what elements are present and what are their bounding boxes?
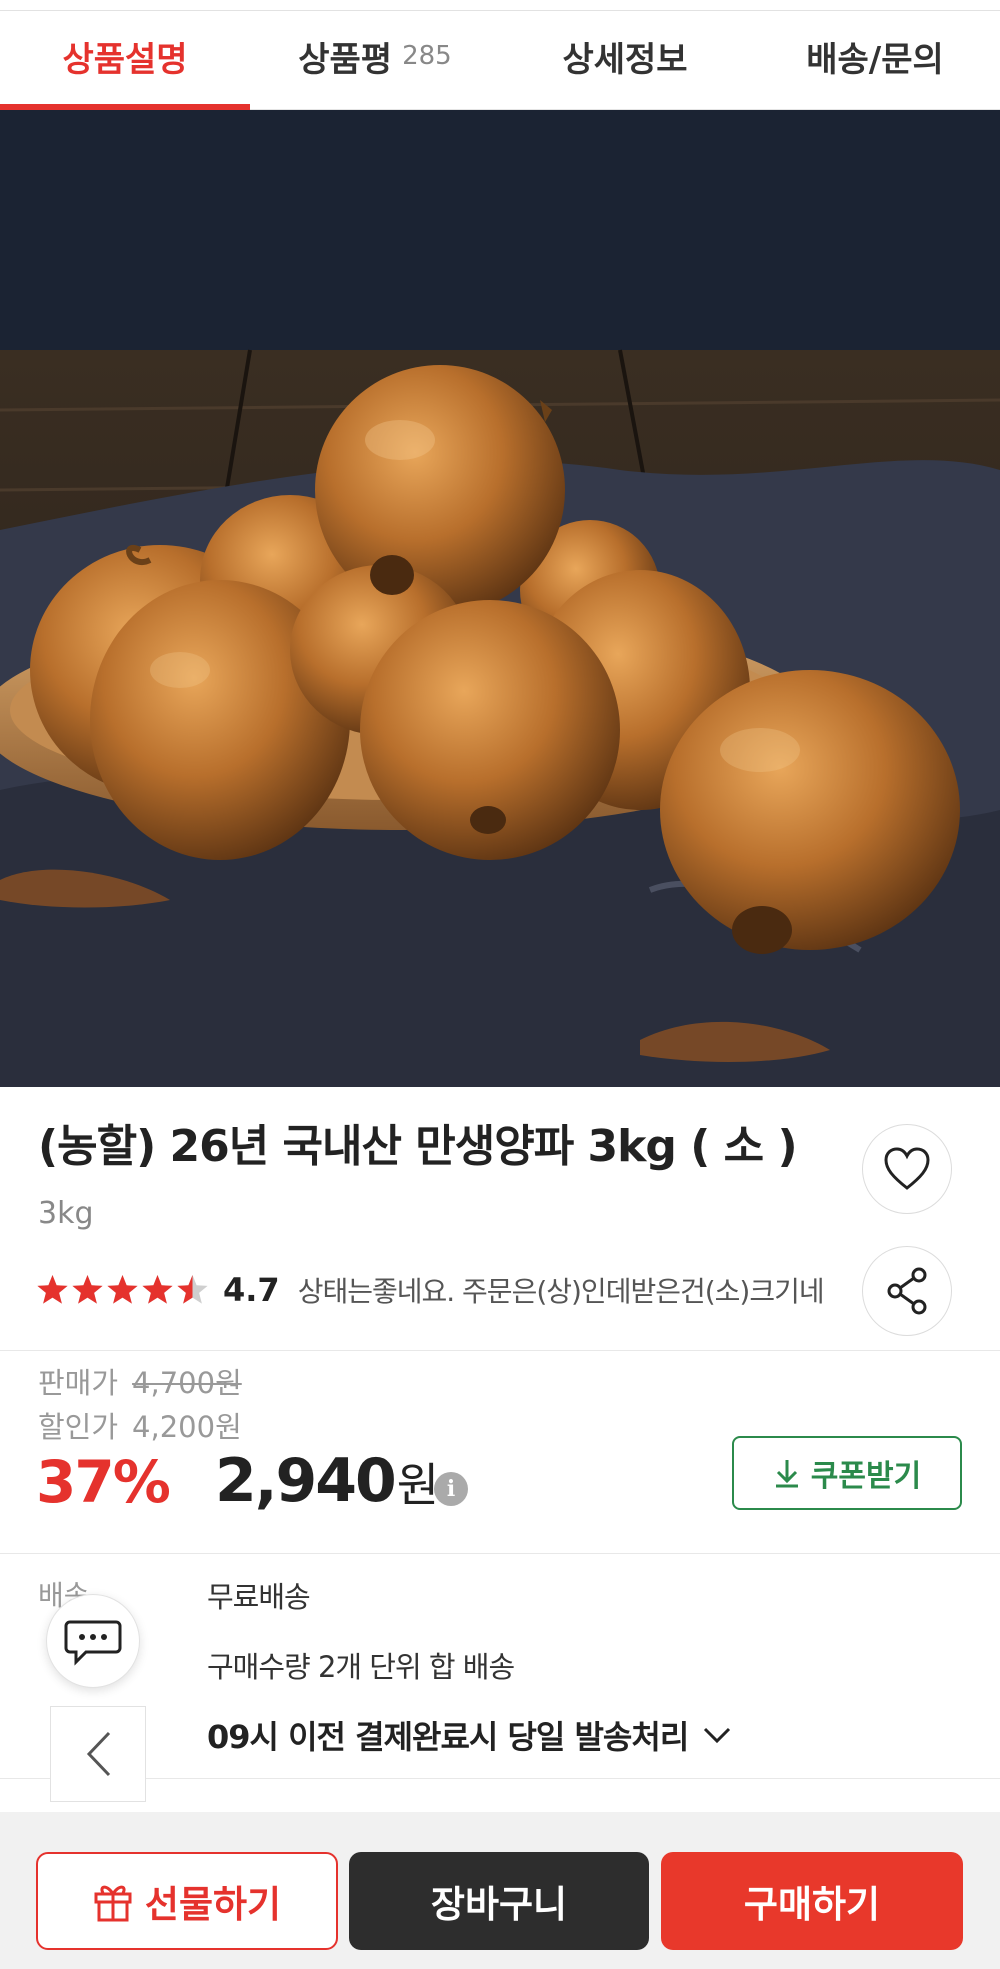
- gift-icon: [94, 1885, 132, 1922]
- tab-details-label: 상세정보: [562, 39, 688, 80]
- discount-price-label: 할인가: [38, 1410, 119, 1444]
- tab-bar: 상품설명 상품평 285 상세정보 배송/문의: [0, 0, 1000, 110]
- tab-description[interactable]: 상품설명: [0, 30, 250, 82]
- add-to-cart-button[interactable]: 장바구니: [349, 1852, 649, 1950]
- sale-price-label: 판매가: [38, 1366, 119, 1400]
- currency-unit: 원: [396, 1458, 439, 1512]
- tab-shipping-inquiry[interactable]: 배송/문의: [750, 30, 1000, 82]
- chat-button[interactable]: [46, 1594, 140, 1688]
- tab-reviews-label: 상품평: [298, 39, 393, 80]
- cart-button-label: 장바구니: [430, 1883, 568, 1926]
- star-icon: [177, 1274, 208, 1304]
- tab-reviews[interactable]: 상품평 285: [250, 30, 500, 82]
- sale-price-row: 판매가 4,700원: [38, 1360, 242, 1402]
- heart-icon: [884, 1147, 930, 1190]
- rating-row[interactable]: 4.7 상태는좋네요. 주문은(상)인데받은건(소)크기네: [36, 1266, 825, 1314]
- coupon-button-label: 쿠폰받기: [810, 1459, 922, 1494]
- buy-now-button[interactable]: 구매하기: [661, 1852, 963, 1950]
- product-weight: 3kg: [38, 1196, 94, 1231]
- dispatch-text: 09시 이전 결제완료시 당일 발송처리: [207, 1718, 689, 1756]
- final-price: 2,940원: [215, 1446, 439, 1516]
- discount-rate: 37%: [36, 1448, 171, 1516]
- discount-price: 4,200원: [132, 1410, 242, 1444]
- top-divider: [0, 10, 1000, 11]
- share-icon: [887, 1267, 927, 1315]
- tab-details[interactable]: 상세정보: [500, 30, 750, 82]
- info-icon[interactable]: i: [434, 1472, 468, 1506]
- shipping-unit: 구매수량 2개 단위 합 배송: [207, 1650, 515, 1684]
- chat-icon: [64, 1620, 122, 1666]
- rating-value: 4.7: [223, 1271, 280, 1309]
- dispatch-info[interactable]: 09시 이전 결제완료시 당일 발송처리: [207, 1712, 732, 1758]
- divider: [0, 1553, 1000, 1554]
- chevron-left-icon: [86, 1731, 111, 1777]
- gift-button-label: 선물하기: [144, 1883, 282, 1926]
- share-button[interactable]: [862, 1246, 952, 1336]
- original-price: 4,700원: [132, 1366, 242, 1400]
- wishlist-button[interactable]: [862, 1124, 952, 1214]
- star-icon: [107, 1274, 138, 1304]
- buy-button-label: 구매하기: [743, 1883, 881, 1926]
- star-icon: [72, 1274, 103, 1304]
- product-image: [0, 110, 1000, 1087]
- bottom-action-bar: 선물하기 장바구니 구매하기: [0, 1812, 1000, 1969]
- back-button[interactable]: [50, 1706, 146, 1802]
- star-icon: [142, 1274, 173, 1304]
- download-icon: [775, 1460, 798, 1488]
- review-snippet[interactable]: 상태는좋네요. 주문은(상)인데받은건(소)크기네: [298, 1270, 825, 1310]
- divider: [0, 1350, 1000, 1351]
- chevron-down-icon: [704, 1727, 731, 1744]
- star-icon: [37, 1274, 68, 1304]
- tab-description-label: 상품설명: [62, 39, 188, 80]
- rating-stars: [36, 1274, 209, 1307]
- discount-price-row: 할인가 4,200원: [38, 1404, 242, 1446]
- coupon-button[interactable]: 쿠폰받기: [732, 1436, 962, 1510]
- final-price-value: 2,940: [215, 1446, 397, 1516]
- review-count: 285: [402, 41, 452, 71]
- divider: [0, 1778, 1000, 1779]
- shipping-fee: 무료배송: [207, 1580, 311, 1614]
- tab-shipping-inquiry-label: 배송/문의: [806, 39, 944, 80]
- product-title: (농할) 26년 국내산 만생양파 3kg ( 소 ): [38, 1121, 798, 1172]
- gift-button[interactable]: 선물하기: [36, 1852, 338, 1950]
